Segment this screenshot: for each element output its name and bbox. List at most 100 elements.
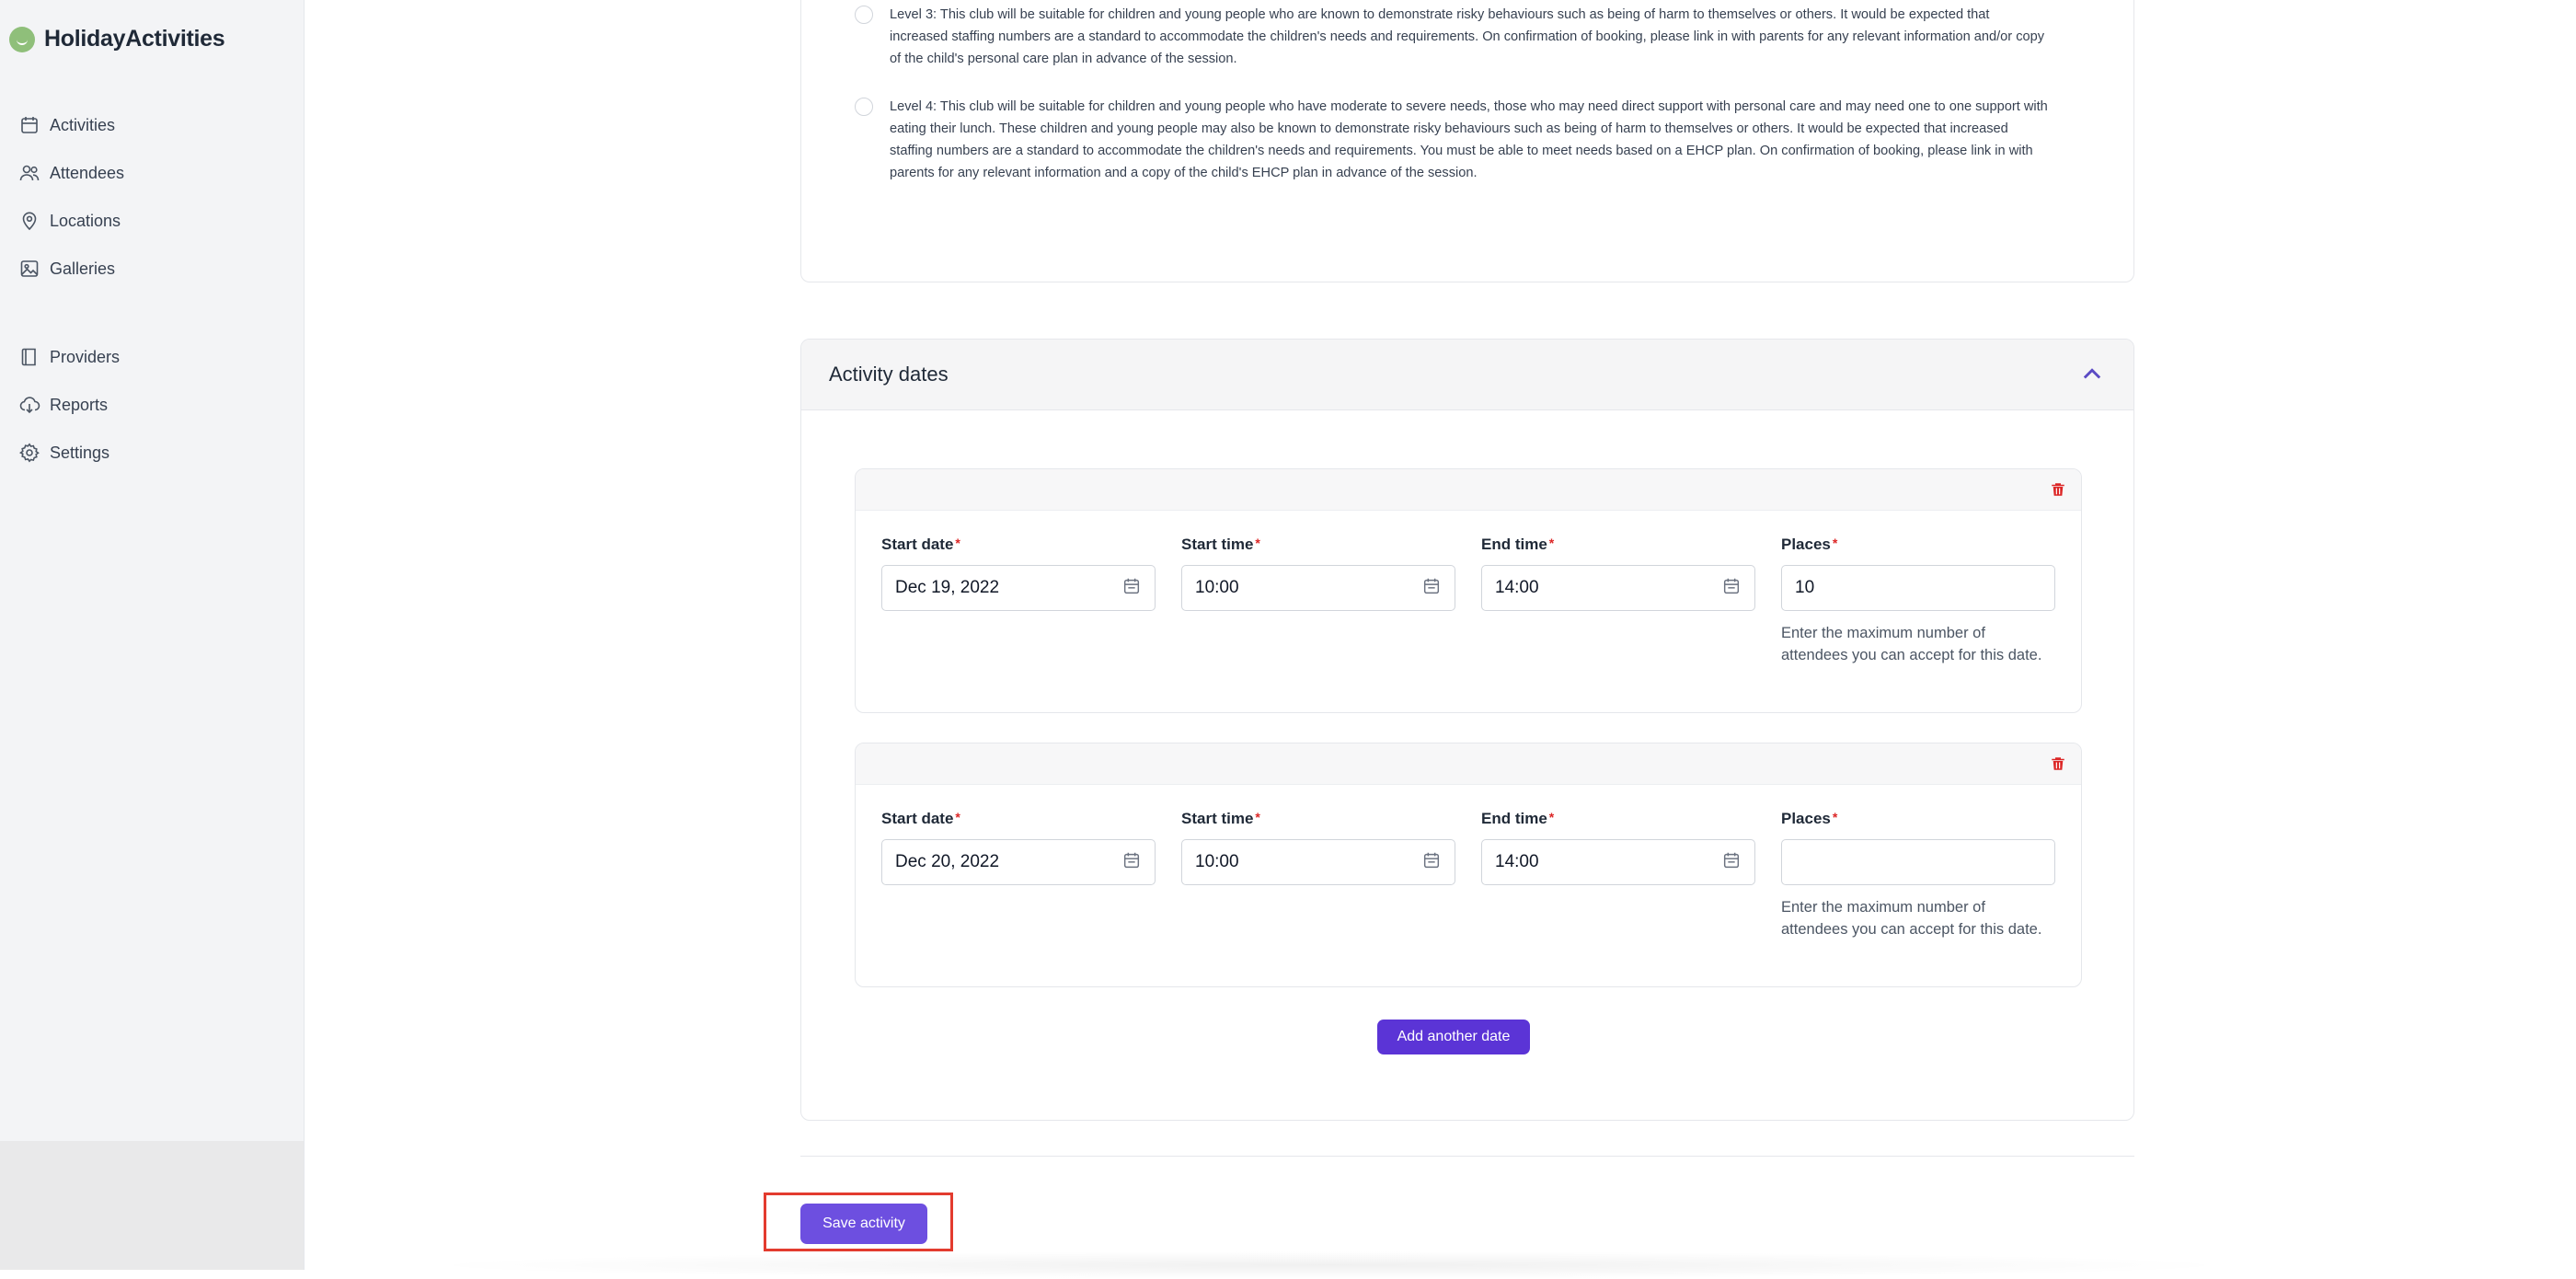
places-field: Places * 10 Enter the maximum number of a…	[1781, 536, 2055, 666]
trash-icon	[2052, 483, 2064, 496]
calendar-icon[interactable]	[1121, 576, 1142, 601]
map-pin-icon	[22, 212, 37, 231]
required-marker: *	[955, 810, 960, 824]
start-date-input[interactable]: Dec 19, 2022	[881, 565, 1156, 611]
support-level-text: Level 3: This club will be suitable for …	[890, 7, 2045, 66]
cloud-download-icon	[19, 397, 40, 414]
calendar-icon	[21, 117, 38, 133]
end-time-label: End time *	[1481, 810, 1555, 827]
collapse-button[interactable]	[2078, 361, 2106, 388]
delete-date-button[interactable]	[2050, 755, 2066, 772]
required-marker: *	[1255, 536, 1260, 550]
places-label: Places *	[1781, 536, 1838, 553]
book-icon	[21, 348, 36, 366]
image-icon	[20, 260, 39, 277]
calendar-icon[interactable]	[1421, 850, 1442, 875]
required-marker: *	[1832, 810, 1838, 824]
required-marker: *	[1548, 810, 1555, 824]
end-time-input[interactable]: 14:00	[1481, 839, 1755, 885]
end-time-field: End time * 14:00	[1481, 810, 1755, 885]
sidebar-item-activities[interactable]: Activities	[0, 101, 304, 149]
activity-dates-title: Activity dates	[829, 363, 949, 386]
start-date-field: Start date * Dec 20, 2022	[881, 810, 1156, 885]
start-time-label: Start time *	[1181, 810, 1260, 827]
end-time-label: End time *	[1481, 536, 1555, 553]
start-date-value: Dec 20, 2022	[895, 852, 1000, 871]
end-time-value: 14:00	[1495, 852, 1539, 871]
chevron-up-icon	[2083, 368, 2101, 379]
start-date-label: Start date *	[881, 536, 960, 553]
sidebar-nav: Activities Attendees Locations Galleries…	[0, 101, 304, 477]
save-activity-button[interactable]: Save activity	[800, 1204, 927, 1244]
activity-dates-card: Activity dates Start date * Dec 19, 2022 …	[800, 339, 2134, 1121]
sidebar-item-label: Locations	[50, 211, 121, 230]
start-time-label: Start time *	[1181, 536, 1260, 553]
end-time-field: End time * 14:00	[1481, 536, 1755, 611]
start-date-value: Dec 19, 2022	[895, 578, 1000, 597]
calendar-icon[interactable]	[1721, 576, 1742, 601]
places-help-text: Enter the maximum number of attendees yo…	[1781, 625, 2042, 663]
start-time-input[interactable]: 10:00	[1181, 839, 1455, 885]
support-level-option-4[interactable]: Level 4: This club will be suitable for …	[855, 96, 2051, 184]
gear-icon	[18, 443, 40, 463]
places-value: 10	[1795, 578, 1815, 597]
support-level-option-3[interactable]: Level 3: This club will be suitable for …	[855, 4, 2051, 70]
start-time-input[interactable]: 10:00	[1181, 565, 1455, 611]
required-marker: *	[1832, 536, 1838, 550]
start-time-field: Start time * 10:00	[1181, 810, 1455, 885]
places-input[interactable]	[1781, 839, 2055, 885]
main-content: Level 3: This club will be suitable for …	[304, 0, 2576, 1279]
sidebar-item-label: Settings	[50, 443, 110, 462]
date-entry-header	[856, 469, 2081, 511]
start-date-label: Start date *	[881, 810, 960, 827]
users-icon	[19, 165, 40, 181]
required-marker: *	[1548, 536, 1555, 550]
places-help-text: Enter the maximum number of attendees yo…	[1781, 899, 2042, 938]
sidebar-footer	[0, 1141, 304, 1270]
start-date-field: Start date * Dec 19, 2022	[881, 536, 1156, 611]
brand-logo[interactable]: HolidayActivities	[9, 26, 225, 52]
sidebar-item-providers[interactable]: Providers	[0, 333, 304, 381]
sidebar-item-galleries[interactable]: Galleries	[0, 245, 304, 293]
sidebar-item-label: Reports	[50, 395, 109, 414]
calendar-icon[interactable]	[1421, 576, 1442, 601]
places-input[interactable]: 10	[1781, 565, 2055, 611]
trash-icon	[2052, 757, 2064, 770]
sidebar-item-label: Activities	[50, 115, 116, 134]
activity-dates-header[interactable]: Activity dates	[801, 340, 2133, 410]
delete-date-button[interactable]	[2050, 481, 2066, 498]
radio-button[interactable]	[855, 98, 873, 116]
sidebar-item-label: Galleries	[50, 259, 116, 278]
sidebar-item-reports[interactable]: Reports	[0, 381, 304, 429]
start-time-value: 10:00	[1195, 578, 1239, 597]
places-field: Places * Enter the maximum number of atte…	[1781, 810, 2055, 940]
smile-logo-icon	[9, 26, 35, 52]
date-entry: Start date * Dec 20, 2022 Start time * 10:…	[855, 743, 2082, 987]
add-another-date-button[interactable]: Add another date	[1377, 1020, 1530, 1054]
support-level-card: Level 3: This club will be suitable for …	[800, 0, 2134, 282]
sidebar-item-attendees[interactable]: Attendees	[0, 149, 304, 197]
end-time-value: 14:00	[1495, 578, 1539, 597]
radio-button[interactable]	[855, 6, 873, 24]
required-marker: *	[1255, 810, 1260, 824]
start-date-input[interactable]: Dec 20, 2022	[881, 839, 1156, 885]
calendar-icon[interactable]	[1121, 850, 1142, 875]
places-label: Places *	[1781, 810, 1838, 827]
sidebar-item-locations[interactable]: Locations	[0, 197, 304, 245]
sidebar-item-label: Providers	[50, 347, 121, 366]
date-entry-header	[856, 743, 2081, 785]
sidebar: HolidayActivities Activities Attendees L…	[0, 0, 305, 1270]
bottom-shadow	[414, 1251, 2245, 1279]
start-time-field: Start time * 10:00	[1181, 536, 1455, 611]
date-entry: Start date * Dec 19, 2022 Start time * 10:…	[855, 468, 2082, 713]
support-level-text: Level 4: This club will be suitable for …	[890, 99, 2048, 180]
sidebar-item-settings[interactable]: Settings	[0, 429, 304, 477]
end-time-input[interactable]: 14:00	[1481, 565, 1755, 611]
calendar-icon[interactable]	[1721, 850, 1742, 875]
sidebar-item-label: Attendees	[50, 163, 125, 182]
form-divider	[800, 1156, 2134, 1157]
required-marker: *	[955, 536, 960, 550]
brand-name: HolidayActivities	[44, 26, 225, 52]
start-time-value: 10:00	[1195, 852, 1239, 871]
